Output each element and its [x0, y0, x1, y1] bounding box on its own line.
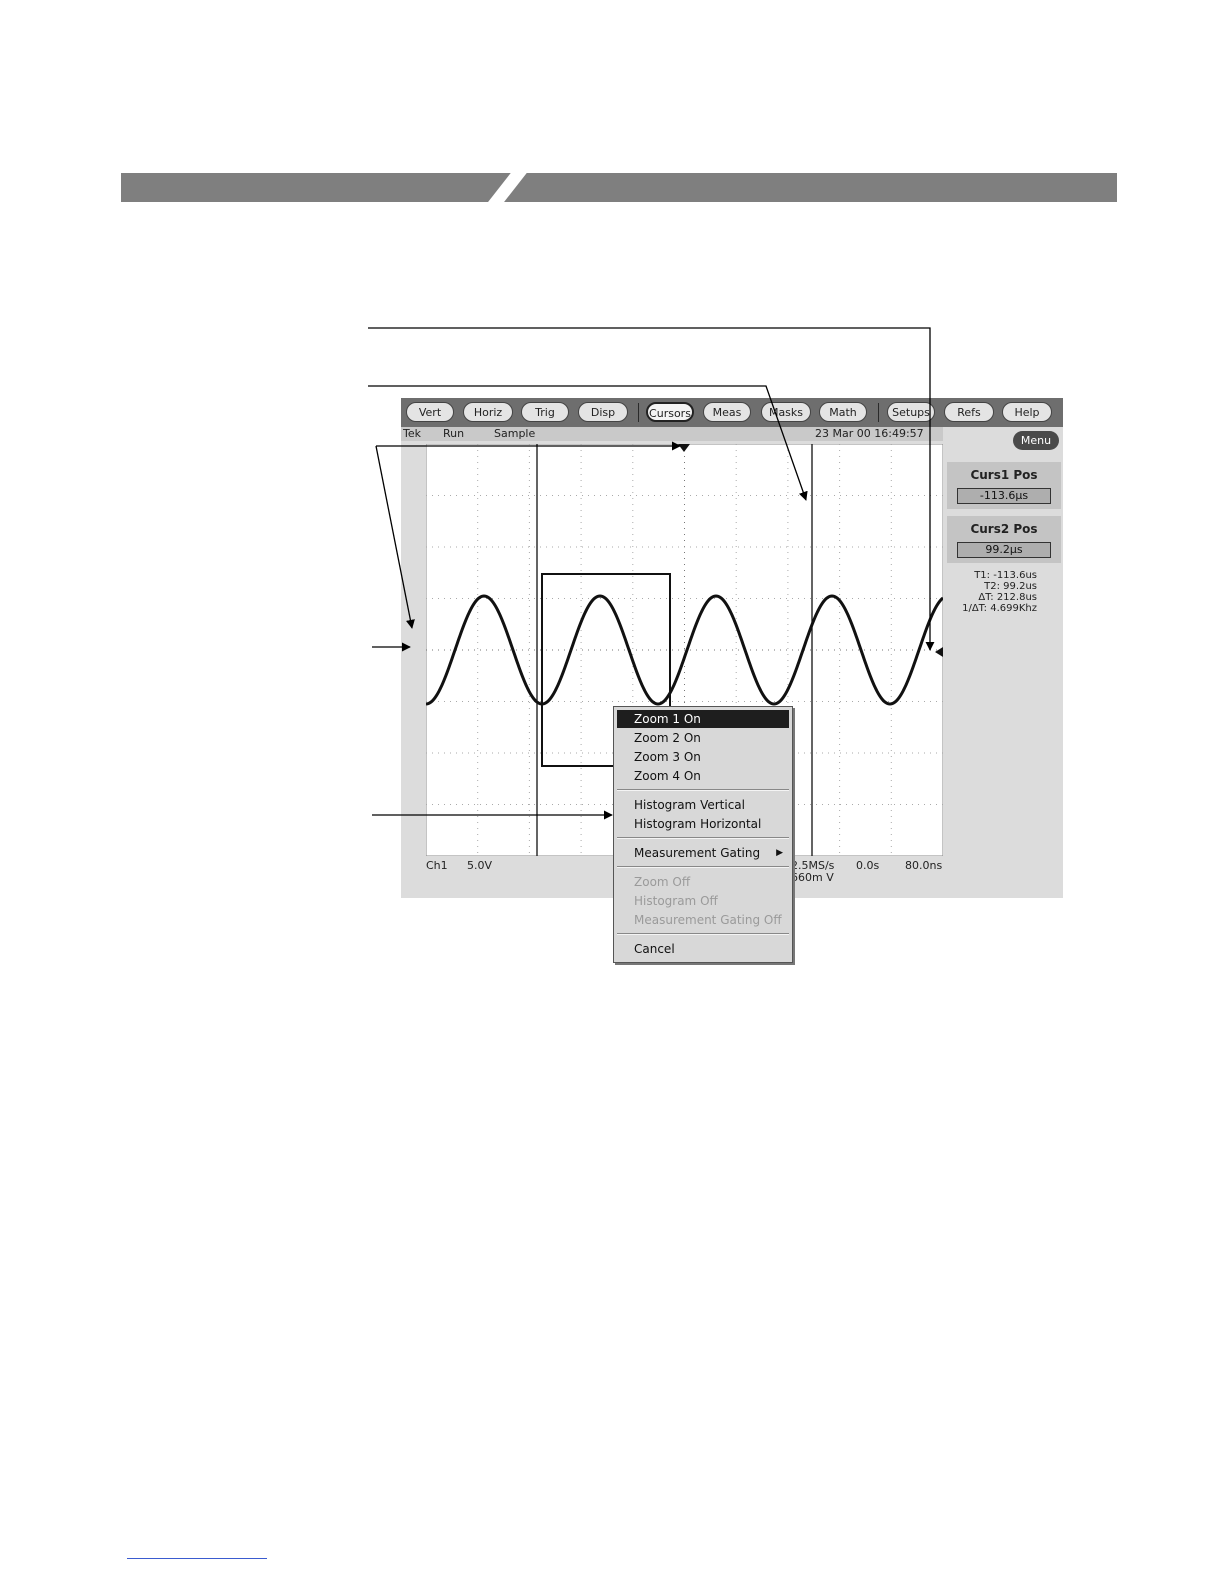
- masks-button[interactable]: Masks: [761, 402, 811, 422]
- menu-separator: [617, 866, 789, 868]
- t1-readout: T1: -113.6us: [974, 570, 1037, 581]
- delta-t-readout: ΔT: 212.8us: [978, 592, 1037, 603]
- footer-link-underline: [127, 1558, 267, 1559]
- curs2-pos-title: Curs2 Pos: [970, 522, 1038, 536]
- zoom-3-on-item[interactable]: Zoom 3 On: [617, 748, 789, 766]
- zoom-2-on-item[interactable]: Zoom 2 On: [617, 729, 789, 747]
- toolbar: Vert Horiz Trig Disp Cursors Meas Masks …: [401, 398, 1063, 427]
- curs2-pos-value[interactable]: 99.2µs: [957, 542, 1051, 558]
- toolbar-separator: [638, 403, 639, 422]
- channel-label: Ch1: [426, 859, 448, 872]
- measurement-gating-label: Measurement Gating: [634, 846, 761, 860]
- curs1-pos-title: Curs1 Pos: [970, 468, 1038, 482]
- menu-separator: [617, 789, 789, 791]
- trigger-level: 660m V: [791, 871, 834, 884]
- t2-readout: T2: 99.2us: [984, 581, 1037, 592]
- setups-button[interactable]: Setups: [887, 402, 935, 422]
- horizontal-position: 0.0s: [856, 859, 880, 872]
- record-scale: 80.0ns: [905, 859, 943, 872]
- curs1-pos-value[interactable]: -113.6µs: [957, 488, 1051, 504]
- measurement-gating-item[interactable]: Measurement Gating ▶: [617, 844, 789, 862]
- zoom-4-on-item[interactable]: Zoom 4 On: [617, 767, 789, 785]
- menu-separator: [617, 837, 789, 839]
- vertical-scale: 5.0V: [467, 859, 493, 872]
- menu-separator: [617, 933, 789, 935]
- section-header-bar: [121, 173, 1117, 202]
- histogram-off-item: Histogram Off: [634, 894, 718, 908]
- zoom-1-on-item[interactable]: Zoom 1 On: [617, 710, 789, 728]
- brand-label: Tek: [403, 427, 421, 440]
- horiz-button[interactable]: Horiz: [463, 402, 513, 422]
- run-state: Run: [443, 427, 465, 440]
- zoom-off-item: Zoom Off: [634, 875, 691, 889]
- context-menu: Zoom 1 On Zoom 2 On Zoom 3 On Zoom 4 On …: [613, 706, 793, 963]
- meas-button[interactable]: Meas: [703, 402, 751, 422]
- header-slash-divider: [482, 173, 532, 202]
- curs1-pos-panel[interactable]: Curs1 Pos -113.6µs: [947, 462, 1061, 509]
- refs-button[interactable]: Refs: [944, 402, 994, 422]
- acquisition-mode: Sample: [494, 427, 536, 440]
- math-button[interactable]: Math: [819, 402, 867, 422]
- histogram-horizontal-item[interactable]: Histogram Horizontal: [617, 815, 789, 833]
- status-bar: Tek Run Sample 23 Mar 00 16:49:57: [401, 427, 943, 441]
- date-time: 23 Mar 00 16:49:57: [815, 427, 924, 440]
- submenu-arrow-icon: ▶: [776, 848, 783, 858]
- cancel-item[interactable]: Cancel: [617, 940, 789, 958]
- curs2-pos-panel[interactable]: Curs2 Pos 99.2µs: [947, 516, 1061, 563]
- trig-button[interactable]: Trig: [521, 402, 569, 422]
- disp-button[interactable]: Disp: [578, 402, 628, 422]
- cursors-button[interactable]: Cursors: [646, 402, 694, 422]
- inverse-delta-t-readout: 1/ΔT: 4.699Khz: [962, 603, 1037, 614]
- measurement-gating-off-item: Measurement Gating Off: [634, 913, 782, 927]
- menu-button[interactable]: Menu: [1013, 431, 1059, 450]
- vert-button[interactable]: Vert: [406, 402, 454, 422]
- cursor-readouts: T1: -113.6us T2: 99.2us ΔT: 212.8us 1/ΔT…: [961, 570, 1037, 614]
- histogram-vertical-item[interactable]: Histogram Vertical: [617, 796, 789, 814]
- toolbar-separator: [878, 403, 879, 422]
- help-button[interactable]: Help: [1002, 402, 1052, 422]
